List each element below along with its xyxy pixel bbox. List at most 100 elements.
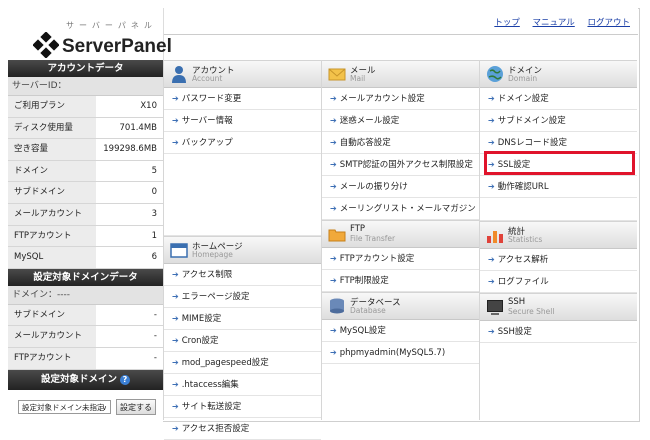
stat-value: - (153, 309, 157, 320)
link-top[interactable]: トップ (494, 18, 520, 28)
menu-item-label: 迷惑メール設定 (339, 116, 400, 126)
category-mail: メール Mail (322, 60, 479, 88)
stat-value: 3 (151, 208, 157, 219)
arrow-icon: ➔ (488, 116, 495, 125)
stat-value: 701.4MB (119, 122, 158, 133)
stat-value: 0 (151, 187, 157, 198)
category-title: FTP (350, 224, 366, 234)
terminal-icon (487, 300, 503, 315)
menu-item-subdomain[interactable]: ➔ サブドメイン設定 (480, 110, 637, 132)
menu-item-access-limit[interactable]: ➔ アクセス制限 (164, 264, 321, 286)
header-bar: トップ マニュアル ログアウト (164, 8, 638, 35)
menu-item-phpmyadmin[interactable]: ➔ phpmyadmin(MySQL5.7) (322, 342, 479, 364)
menu-item-htaccess[interactable]: ➔ .htaccess編集 (164, 374, 321, 396)
menu-item-error-page[interactable]: ➔ エラーページ設定 (164, 286, 321, 308)
menu-item-label: MySQL設定 (339, 326, 386, 336)
menu-item-server-info[interactable]: ➔ サーバー情報 (164, 110, 321, 132)
menu-item-label: Cron設定 (181, 336, 219, 346)
menu-item-pagespeed[interactable]: ➔ mod_pagespeed設定 (164, 352, 321, 374)
arrow-icon: ➔ (330, 138, 337, 147)
menu-item-label: phpmyadmin(MySQL5.7) (339, 348, 446, 358)
menu-item-label: エラーページ設定 (181, 292, 250, 302)
menu-item-spam[interactable]: ➔ 迷惑メール設定 (322, 110, 479, 132)
arrow-icon: ➔ (172, 402, 179, 411)
category-subtitle: Secure Shell (508, 307, 555, 316)
arrow-icon: ➔ (172, 314, 179, 323)
arrow-icon: ➔ (330, 348, 337, 357)
category-database: データベース Database (322, 292, 479, 320)
menu-item-backup[interactable]: ➔ バックアップ (164, 132, 321, 154)
menu-item-password[interactable]: ➔ パスワード変更 (164, 88, 321, 110)
arrow-icon: ➔ (172, 138, 179, 147)
logo-diamond-icon (33, 32, 59, 58)
arrow-icon: ➔ (488, 277, 495, 286)
menu-item-label: SSH設定 (497, 327, 532, 337)
menu-item-label: アクセス制限 (181, 270, 233, 280)
link-logout[interactable]: ログアウト (587, 18, 630, 28)
category-subtitle: Statistics (508, 235, 543, 244)
arrow-icon: ➔ (330, 182, 337, 191)
menu-item-label: サーバー情報 (181, 116, 233, 126)
menu-item-cron[interactable]: ➔ Cron設定 (164, 330, 321, 352)
menu-item-mailing-list[interactable]: ➔ メーリングリスト・メールマガジン (322, 198, 479, 220)
category-account: アカウント Account (164, 60, 321, 88)
menu-item-site-redirect[interactable]: ➔ サイト転送設定 (164, 396, 321, 418)
stat-key: MySQL (8, 247, 96, 268)
column-account-homepage: アカウント Account ➔ パスワード変更 ➔ サーバー情報 ➔ バックアップ ホ… (164, 60, 321, 440)
domain-select-row: 設定対象ドメイン未指定 ∨ 設定する (8, 389, 163, 426)
arrow-icon: ➔ (172, 94, 179, 103)
menu-item-access-deny[interactable]: ➔ アクセス拒否設定 (164, 418, 321, 440)
stat-key: メールアカウント (8, 203, 96, 225)
menu-item-domain[interactable]: ➔ ドメイン設定 (480, 88, 637, 110)
stat-row: メールアカウント 3 (8, 203, 163, 226)
menu-item-mime[interactable]: ➔ MIME設定 (164, 308, 321, 330)
arrow-icon: ➔ (172, 270, 179, 279)
menu-item-mail-account[interactable]: ➔ メールアカウント設定 (322, 88, 479, 110)
menu-item-label: メーリングリスト・メールマガジン (339, 204, 476, 214)
menu-item-ftp-account[interactable]: ➔ FTPアカウント設定 (322, 248, 479, 270)
category-subtitle: Domain (508, 74, 538, 83)
stat-key: 空き容量 (8, 139, 96, 160)
help-icon[interactable]: ? (120, 374, 130, 385)
logo-kana: サーバーパネル (66, 21, 157, 30)
arrow-icon: ➔ (330, 116, 337, 125)
stat-row: サブドメイン 0 (8, 182, 163, 204)
set-domain-button[interactable]: 設定する (116, 398, 156, 415)
menu-item-logfile[interactable]: ➔ ログファイル (480, 271, 637, 293)
arrow-icon: ➔ (488, 182, 495, 191)
menu-item-autoreply[interactable]: ➔ 自動応答設定 (322, 132, 479, 154)
menu-item-label: パスワード変更 (181, 94, 242, 104)
arrow-icon: ➔ (330, 94, 337, 103)
stat-value: X10 (140, 101, 157, 111)
stat-key: メールアカウント (8, 326, 96, 347)
menu-item-mysql[interactable]: ➔ MySQL設定 (322, 320, 479, 342)
menu-item-test-url[interactable]: ➔ 動作確認URL (480, 176, 637, 198)
stat-value: - (153, 331, 157, 342)
arrow-icon: ➔ (330, 204, 337, 213)
menu-item-access-analysis[interactable]: ➔ アクセス解析 (480, 249, 637, 271)
menu-item-ssh[interactable]: ➔ SSH設定 (480, 321, 637, 343)
bar-chart-icon (487, 231, 503, 243)
menu-item-label: メールの振り分け (339, 182, 408, 192)
stat-key: サブドメイン (8, 304, 96, 326)
menu-item-mail-filter[interactable]: ➔ メールの振り分け (322, 176, 479, 198)
stat-value: 199298.6MB (103, 144, 157, 155)
menu-item-smtp-restrict[interactable]: ➔ SMTP認証の国外アクセス制限設定 (322, 154, 479, 176)
link-manual[interactable]: マニュアル (533, 18, 575, 28)
arrow-icon: ➔ (172, 380, 179, 389)
arrow-icon: ➔ (330, 326, 337, 335)
stat-value: 6 (151, 252, 157, 263)
server-id-label: サーバーID： (8, 77, 163, 96)
domain-stat-row: メールアカウント - (8, 326, 163, 348)
logo[interactable]: サーバーパネル ServerPanel (8, 8, 172, 60)
category-subtitle: Database (350, 306, 386, 315)
chevron-down-icon: ∨ (101, 403, 107, 412)
empty-cell (480, 198, 637, 221)
stat-key: ディスク使用量 (8, 117, 96, 139)
menu-item-ftp-restrict[interactable]: ➔ FTP制限設定 (322, 270, 479, 292)
arrow-icon: ➔ (172, 424, 179, 433)
domain-select[interactable]: 設定対象ドメイン未指定 ∨ (18, 399, 111, 414)
category-subtitle: Account (192, 74, 223, 83)
menu-item-label: アクセス解析 (497, 255, 549, 265)
category-ssh: SSH Secure Shell (480, 293, 637, 321)
